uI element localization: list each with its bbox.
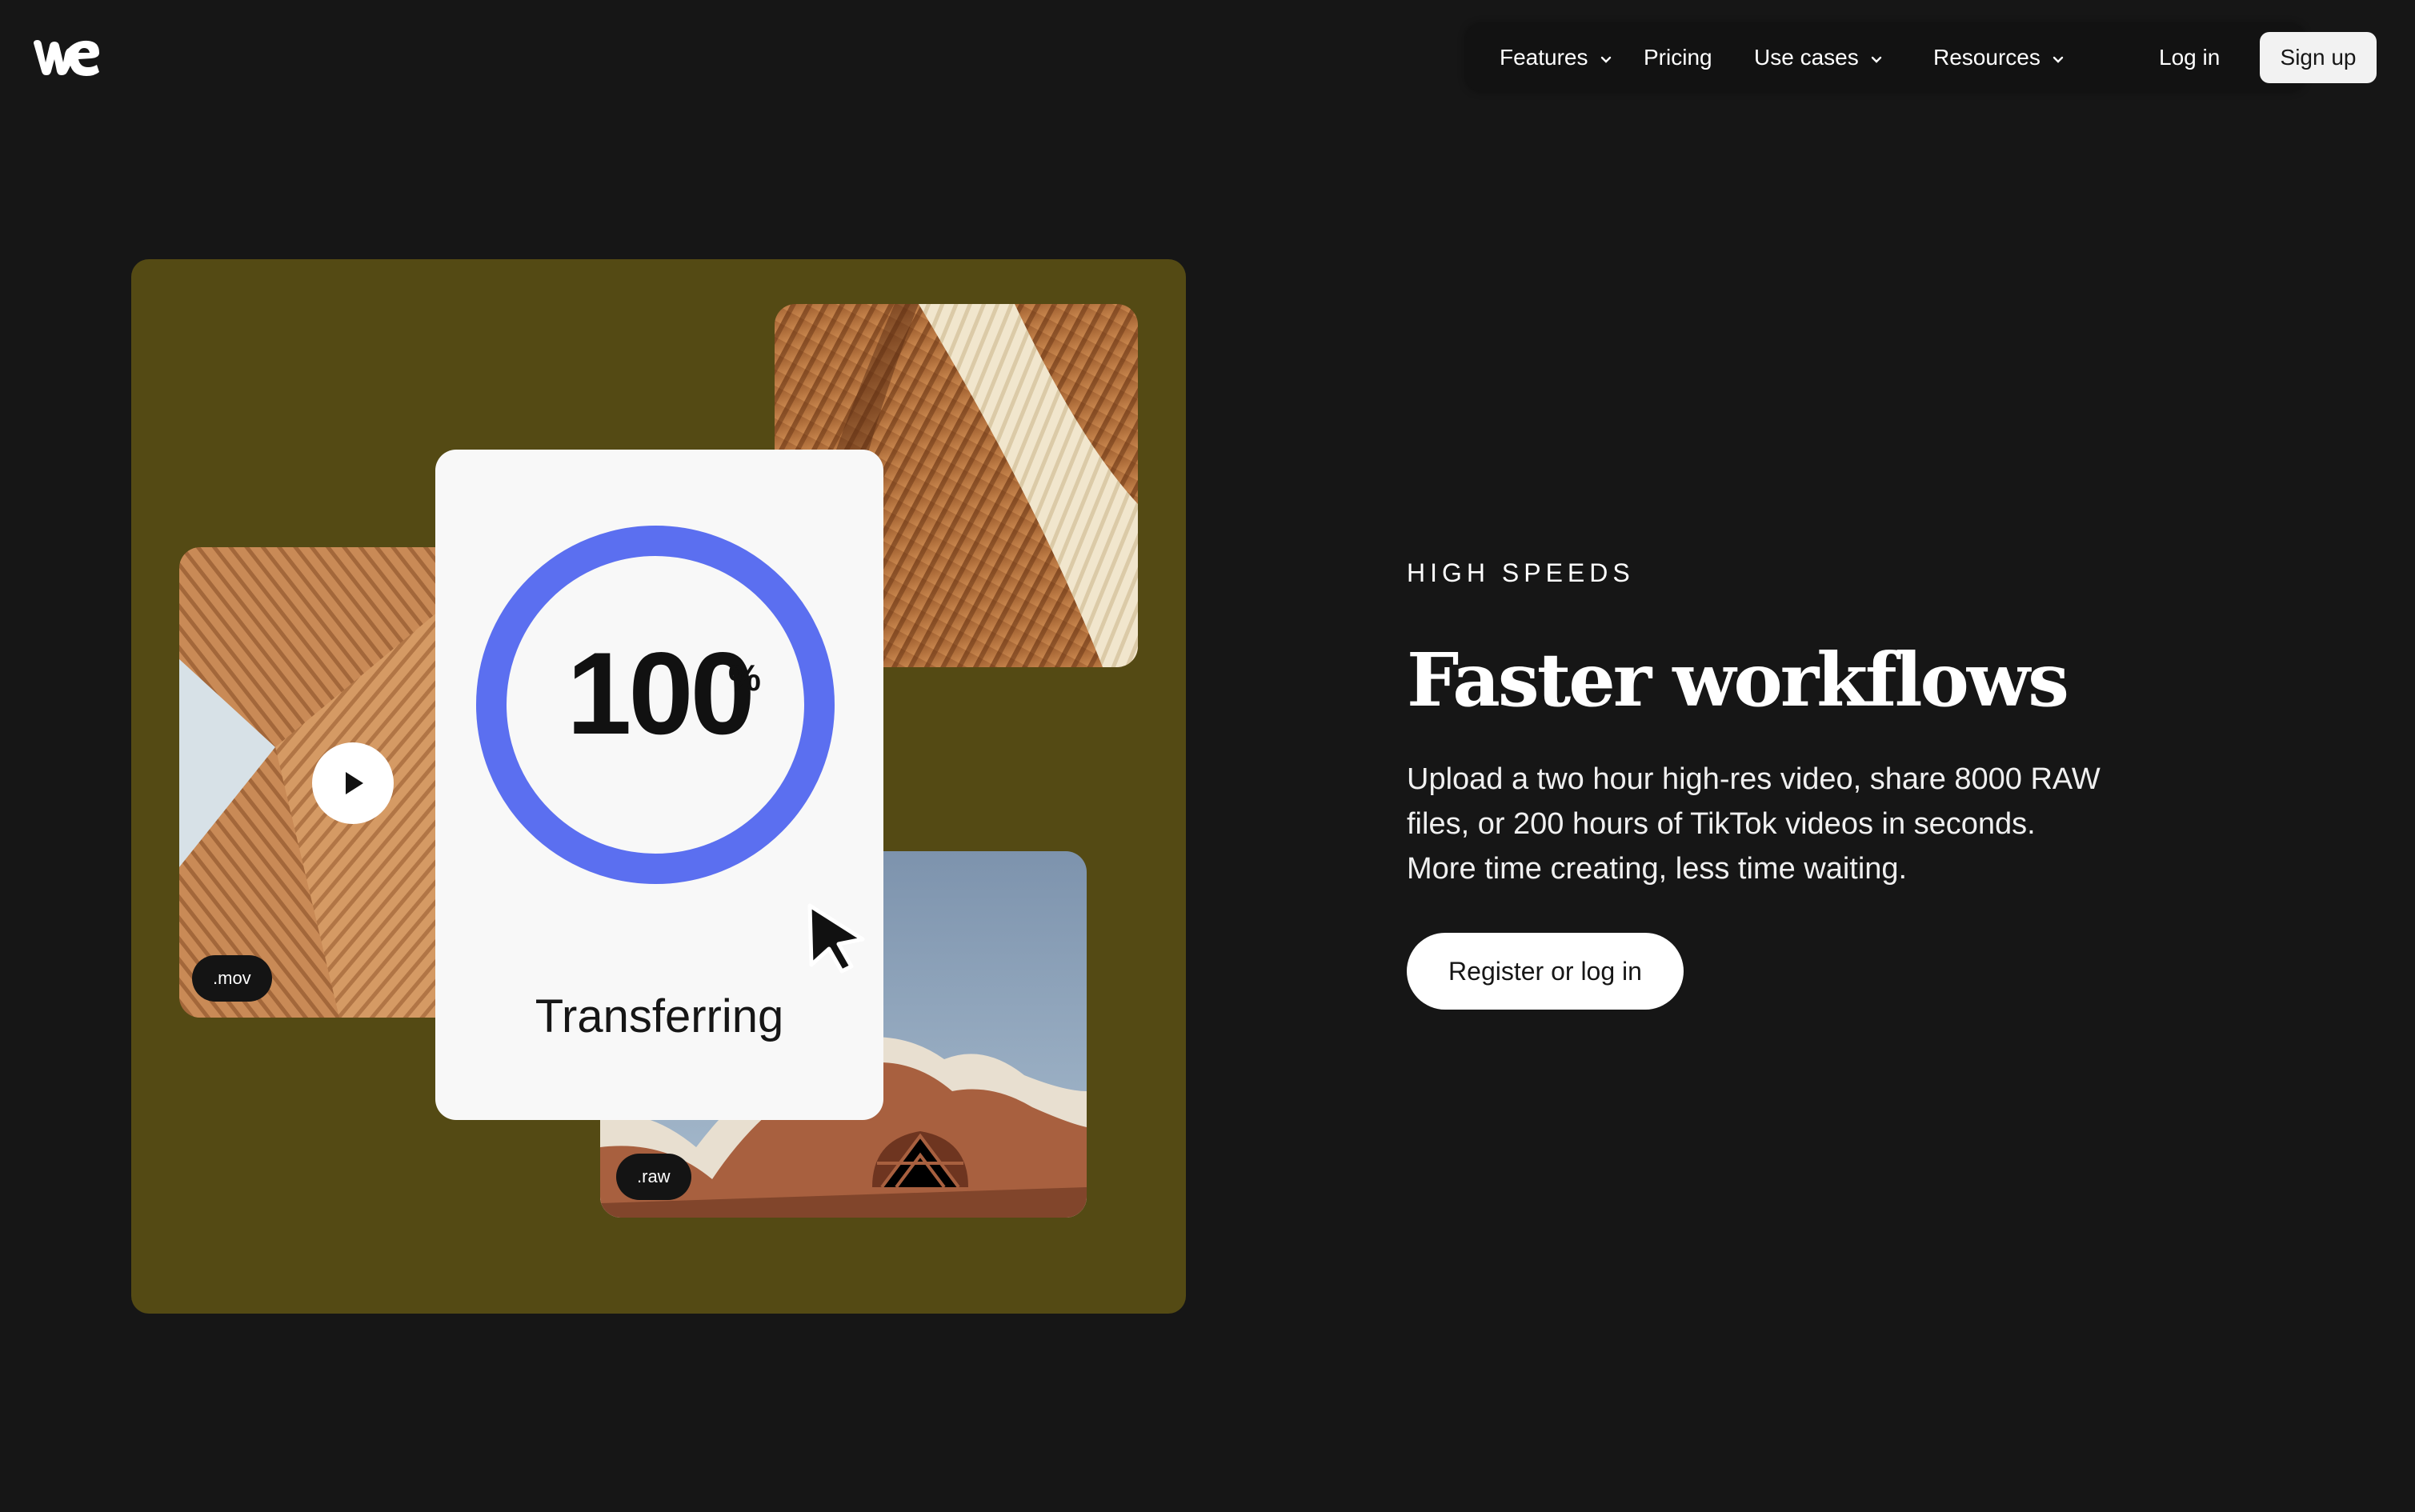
nav-pricing-label: Pricing: [1644, 45, 1712, 70]
mouse-pointer-icon: [807, 903, 865, 974]
percent-sign: %: [728, 657, 761, 698]
transfer-progress-card: 100 % Transferring: [435, 450, 883, 1120]
progress-percentage: 100: [567, 628, 755, 758]
transfer-illustration: .mov .raw 100 % Transferring: [131, 259, 1186, 1314]
we-logo[interactable]: [32, 38, 101, 77]
login-link[interactable]: Log in: [2159, 42, 2220, 74]
nav-resources-label: Resources: [1933, 45, 2041, 70]
nav-features[interactable]: Features: [1500, 42, 1612, 74]
nav-use-cases-label: Use cases: [1754, 45, 1859, 70]
nav-features-label: Features: [1500, 45, 1588, 70]
nav-use-cases[interactable]: Use cases: [1754, 42, 1883, 74]
page: Features Pricing Use cases Resources Log…: [0, 0, 2415, 1512]
signup-button[interactable]: Sign up: [2260, 32, 2377, 83]
nav-pricing[interactable]: Pricing: [1644, 42, 1712, 74]
section-eyebrow: HIGH SPEEDS: [1407, 558, 1635, 587]
section-title: Faster workflows: [1407, 637, 2069, 723]
chevron-down-icon: [1600, 56, 1611, 63]
transfer-status-label: Transferring: [535, 990, 784, 1042]
play-button[interactable]: [312, 742, 394, 824]
chevron-down-icon: [2053, 56, 2064, 63]
play-icon: [346, 772, 363, 794]
file-type-tag-raw: .raw: [616, 1154, 691, 1200]
register-or-login-button[interactable]: Register or log in: [1407, 933, 1684, 1010]
chevron-down-icon: [1871, 56, 1881, 63]
section-description: Upload a two hour high-res video, share …: [1407, 762, 2101, 886]
nav-resources[interactable]: Resources: [1933, 42, 2065, 74]
file-type-tag-mov: .mov: [192, 955, 272, 1002]
